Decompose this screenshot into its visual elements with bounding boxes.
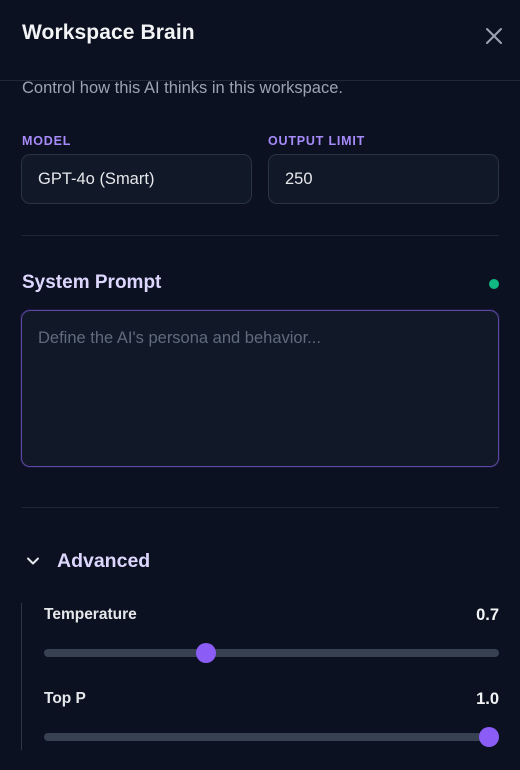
section-divider [22, 235, 499, 236]
top-p-label: Top P [44, 690, 86, 707]
close-icon [486, 28, 502, 44]
model-value: GPT-4o (Smart) [38, 169, 155, 188]
top-p-slider[interactable] [44, 727, 499, 747]
advanced-toggle[interactable]: Advanced [22, 545, 172, 577]
output-limit-value: 250 [285, 169, 313, 188]
temperature-label: Temperature [44, 606, 137, 623]
chevron-down-icon [27, 557, 39, 565]
slider-thumb[interactable] [479, 727, 499, 747]
slider-thumb[interactable] [196, 643, 217, 663]
output-limit-input[interactable]: 250 [268, 154, 499, 204]
temperature-slider[interactable] [44, 643, 499, 663]
model-select[interactable]: GPT-4o (Smart) [21, 154, 252, 204]
section-divider [22, 507, 499, 508]
system-prompt-heading: System Prompt [22, 272, 162, 293]
slider-track [44, 649, 499, 657]
panel-header: Workspace Brain [0, 0, 520, 72]
advanced-rail [21, 603, 22, 750]
status-dot [489, 279, 499, 289]
panel-title: Workspace Brain [22, 21, 195, 44]
system-prompt-placeholder: Define the AI's persona and behavior... [38, 329, 321, 347]
advanced-label: Advanced [57, 549, 151, 572]
top-p-value: 1.0 [476, 690, 499, 708]
slider-track [44, 733, 499, 741]
close-button[interactable] [481, 23, 507, 49]
model-label: MODEL [22, 134, 72, 148]
panel-subtitle: Control how this AI thinks in this works… [22, 79, 343, 97]
temperature-value: 0.7 [476, 606, 499, 624]
system-prompt-textarea[interactable]: Define the AI's persona and behavior... [21, 310, 499, 467]
output-limit-label: OUTPUT LIMIT [268, 134, 366, 148]
